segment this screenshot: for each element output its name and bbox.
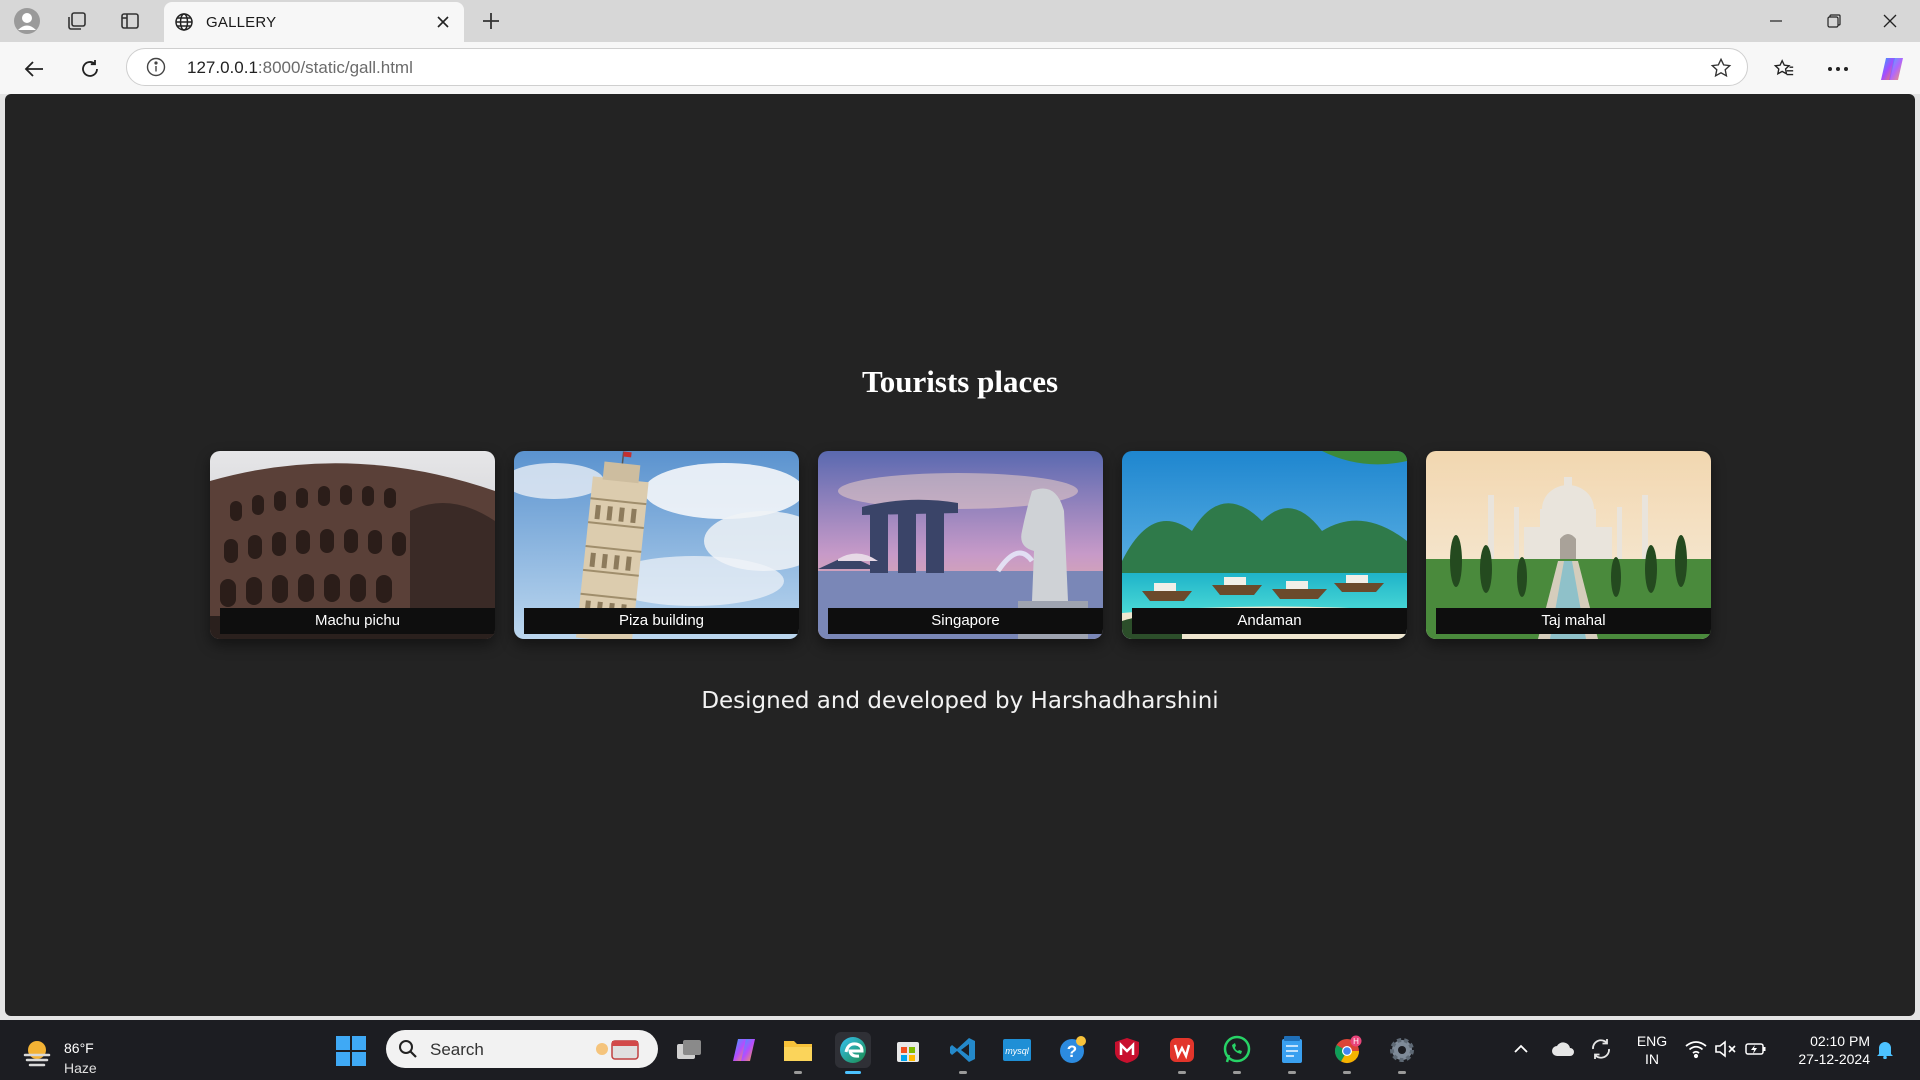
address-bar[interactable]: 127.0.0.1:8000/static/gall.html: [126, 48, 1748, 86]
svg-text:mysql: mysql: [1005, 1046, 1030, 1056]
chevron-up-icon[interactable]: [1508, 1036, 1534, 1062]
windows-start-icon[interactable]: [336, 1036, 366, 1066]
running-indicator: [1178, 1071, 1186, 1074]
file-explorer-icon[interactable]: [780, 1032, 816, 1074]
gallery-card-piza-building[interactable]: Piza building: [514, 451, 799, 639]
clock-date: 27-12-2024: [1798, 1051, 1870, 1067]
notification-bell-icon[interactable]: [1872, 1036, 1898, 1062]
site-info-icon[interactable]: [145, 56, 167, 78]
battery-charging-icon[interactable]: [1743, 1036, 1769, 1062]
vertical-tabs-icon[interactable]: [115, 6, 145, 36]
settings-gear-icon[interactable]: [1384, 1032, 1420, 1074]
footer-credit: Designed and developed by Harshadharshin…: [701, 688, 1219, 714]
notepad-icon[interactable]: [1274, 1032, 1310, 1074]
gallery-card-machu-pichu[interactable]: Machu pichu: [210, 451, 495, 639]
mcafee-icon[interactable]: [1109, 1032, 1145, 1068]
gallery: Machu pichu Piza building Singapore Anda…: [210, 451, 1720, 641]
new-tab-icon[interactable]: [476, 6, 506, 36]
card-caption: Singapore: [828, 608, 1103, 634]
running-indicator: [845, 1071, 861, 1074]
url-text: 127.0.0.1:8000/static/gall.html: [187, 58, 413, 78]
weather-condition: Haze: [64, 1060, 97, 1076]
url-path: :8000/static/gall.html: [257, 58, 413, 77]
browser-toolbar: 127.0.0.1:8000/static/gall.html: [0, 42, 1920, 94]
edge-icon[interactable]: [835, 1032, 871, 1074]
svg-text:?: ?: [1067, 1042, 1077, 1061]
running-indicator: [1398, 1071, 1406, 1074]
chrome-icon[interactable]: H: [1329, 1032, 1365, 1074]
language-indicator[interactable]: ENG IN: [1634, 1032, 1670, 1068]
running-indicator: [1343, 1071, 1351, 1074]
minimize-icon[interactable]: [1748, 0, 1804, 42]
refresh-icon[interactable]: [72, 52, 108, 86]
card-caption: Machu pichu: [220, 608, 495, 634]
gallery-card-taj-mahal[interactable]: Taj mahal: [1426, 451, 1711, 639]
more-options-icon[interactable]: [1820, 52, 1856, 86]
close-window-icon[interactable]: [1862, 0, 1918, 42]
volume-muted-icon[interactable]: [1713, 1036, 1739, 1062]
taskbar-search[interactable]: Search: [386, 1030, 658, 1068]
whatsapp-icon[interactable]: [1219, 1032, 1255, 1074]
task-view-icon[interactable]: [671, 1032, 707, 1068]
gallery-card-andaman[interactable]: Andaman: [1122, 451, 1407, 639]
favorites-icon[interactable]: [1766, 52, 1802, 86]
system-clock[interactable]: 02:10 PM 27-12-2024: [1778, 1032, 1870, 1068]
search-icon: [399, 1040, 417, 1058]
weather-widget[interactable]: 86°F Haze: [20, 1030, 140, 1076]
running-indicator: [959, 1071, 967, 1074]
weather-temperature: 86°F: [64, 1040, 94, 1056]
language-code: ENG: [1636, 1033, 1668, 1049]
page-title: Tourists places: [861, 364, 1059, 399]
tab-title: GALLERY: [206, 13, 277, 31]
wifi-icon[interactable]: [1683, 1036, 1709, 1062]
haze-weather-icon: [23, 1041, 51, 1067]
clock-time: 02:10 PM: [1810, 1033, 1870, 1049]
card-caption: Andaman: [1132, 608, 1407, 634]
card-caption: Piza building: [524, 608, 799, 634]
copilot-app-icon[interactable]: [726, 1032, 762, 1068]
help-icon[interactable]: ?: [1054, 1032, 1090, 1068]
running-indicator: [1233, 1071, 1241, 1074]
profile-icon[interactable]: [12, 6, 42, 36]
back-arrow-icon[interactable]: [16, 52, 52, 86]
taskbar: 86°F Haze Search mysql ? H ENG IN 02:10 P…: [0, 1020, 1920, 1080]
running-indicator: [794, 1071, 802, 1074]
running-indicator: [1288, 1071, 1296, 1074]
restore-icon[interactable]: [1806, 0, 1862, 42]
url-host: 127.0.0.1: [187, 58, 258, 77]
wps-office-icon[interactable]: [1164, 1032, 1200, 1074]
sync-icon[interactable]: [1588, 1036, 1614, 1062]
region-code: IN: [1645, 1051, 1659, 1067]
close-tab-icon[interactable]: [432, 11, 454, 33]
mysql-workbench-icon[interactable]: mysql: [999, 1032, 1035, 1068]
search-highlight-icon: [596, 1040, 639, 1060]
tab-gallery[interactable]: GALLERY: [164, 2, 464, 42]
onedrive-cloud-icon[interactable]: [1550, 1036, 1576, 1062]
gallery-card-singapore[interactable]: Singapore: [818, 451, 1103, 639]
workspaces-icon[interactable]: [62, 6, 92, 36]
globe-icon: [172, 10, 196, 34]
copilot-icon[interactable]: [1874, 52, 1910, 86]
vs-code-icon[interactable]: [945, 1032, 981, 1074]
search-placeholder: Search: [430, 1040, 484, 1059]
microsoft-store-icon[interactable]: [890, 1032, 926, 1068]
card-caption: Taj mahal: [1436, 608, 1711, 634]
browser-titlebar: GALLERY: [0, 0, 1920, 42]
page-viewport: Tourists places Machu pichu Piza buildin…: [5, 94, 1915, 1016]
favorite-star-icon[interactable]: [1709, 56, 1733, 80]
svg-text:H: H: [1353, 1037, 1359, 1046]
